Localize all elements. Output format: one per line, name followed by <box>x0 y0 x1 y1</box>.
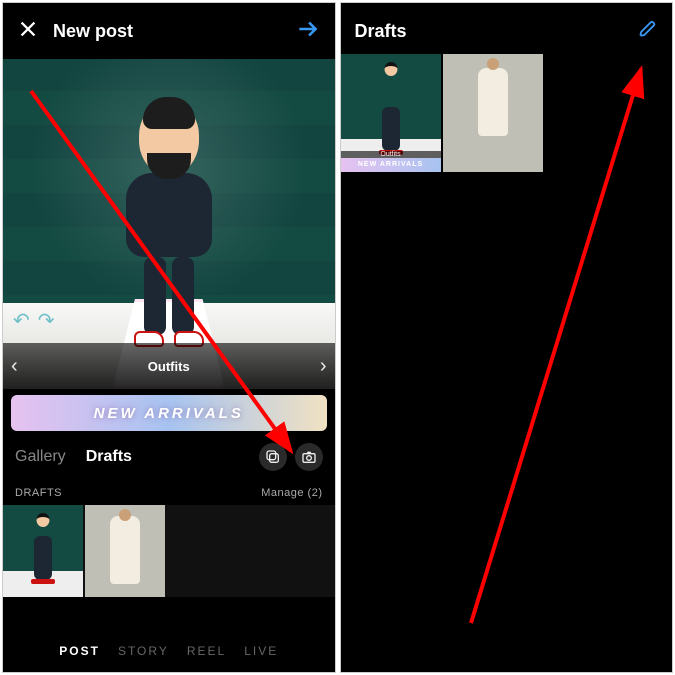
bottom-mode-tabs: POST STORY REEL LIVE <box>3 630 335 672</box>
header: Drafts <box>341 3 673 54</box>
tab-drafts[interactable]: Drafts <box>86 448 132 466</box>
chevron-left-icon[interactable]: ‹ <box>11 355 18 378</box>
drafts-screen: Drafts Outfits NEW ARRIVALS <box>340 2 674 673</box>
draft-thumb-2[interactable] <box>85 505 165 597</box>
category-label: Outfits <box>148 359 190 374</box>
new-arrivals-banner[interactable]: NEW ARRIVALS <box>11 395 327 431</box>
tab-gallery[interactable]: Gallery <box>15 448 66 466</box>
drafts-section-header: DRAFTS Manage (2) <box>3 481 335 505</box>
undo-icon[interactable]: ↶ <box>13 308 30 333</box>
drafts-label: DRAFTS <box>15 487 62 499</box>
tab-reel[interactable]: REEL <box>187 644 226 658</box>
close-icon[interactable] <box>17 18 39 45</box>
avatar-illustration <box>109 103 229 353</box>
tab-post[interactable]: POST <box>59 644 100 658</box>
tab-story[interactable]: STORY <box>118 644 169 658</box>
new-post-screen: New post ↶ ↷ ‹ Outfits › <box>2 2 336 673</box>
category-carousel: ‹ Outfits › <box>3 343 335 389</box>
header: New post <box>3 3 335 59</box>
draft-thumbnails: Outfits NEW ARRIVALS <box>341 54 673 172</box>
source-tabs: Gallery Drafts <box>3 437 335 481</box>
chevron-right-icon[interactable]: › <box>320 355 327 378</box>
selected-media-preview[interactable]: ↶ ↷ ‹ Outfits › <box>3 59 335 389</box>
draft-thumb-1[interactable]: Outfits NEW ARRIVALS <box>341 54 441 172</box>
manage-link[interactable]: Manage (2) <box>261 487 322 499</box>
page-title: New post <box>53 21 133 42</box>
camera-icon[interactable] <box>295 443 323 471</box>
page-title: Drafts <box>355 21 407 42</box>
draft-thumb-2[interactable] <box>443 54 543 172</box>
draft-thumbnails <box>3 505 335 597</box>
edit-pencil-icon[interactable] <box>638 19 658 44</box>
draft-thumb-1[interactable] <box>3 505 83 597</box>
redo-icon[interactable]: ↷ <box>38 308 55 333</box>
multi-select-icon[interactable] <box>259 443 287 471</box>
tab-live[interactable]: LIVE <box>244 644 278 658</box>
next-arrow-icon[interactable] <box>295 16 321 47</box>
